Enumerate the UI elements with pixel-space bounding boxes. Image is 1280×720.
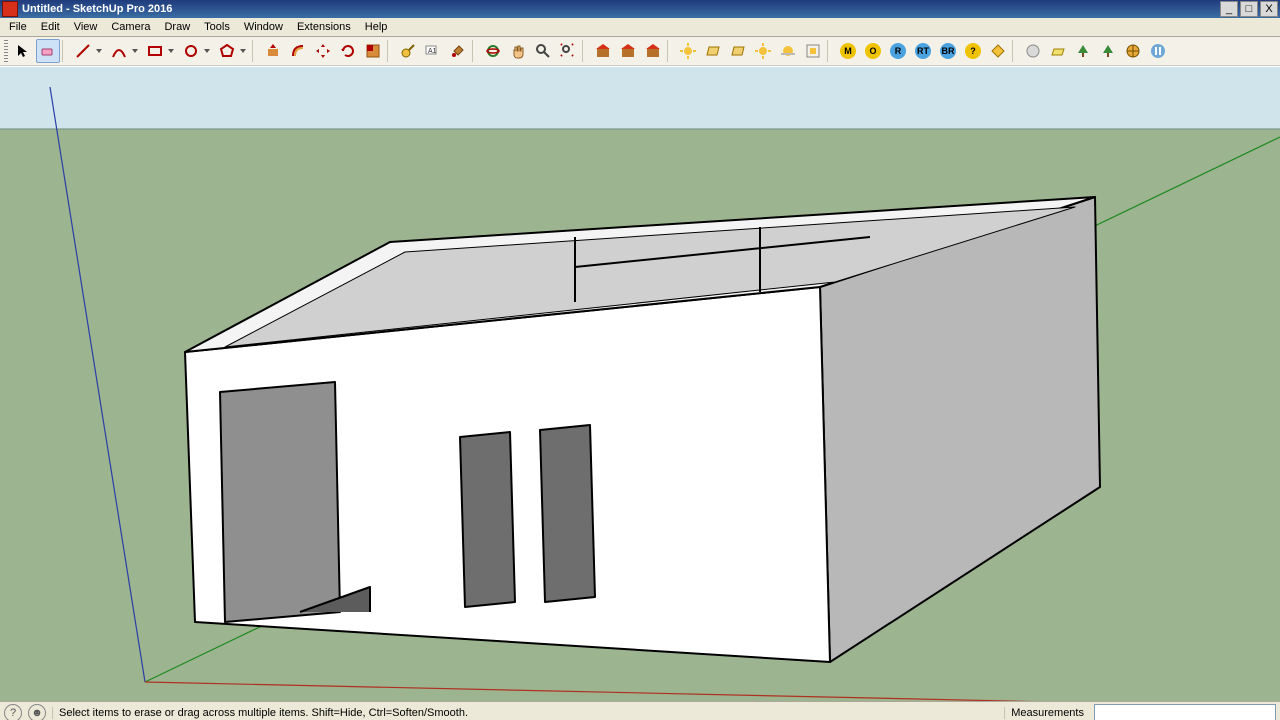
zoom-extents-tool[interactable] (556, 39, 580, 63)
menu-tools[interactable]: Tools (197, 20, 237, 34)
toolbar: A1 MORRTBR? (0, 37, 1280, 66)
app-icon (2, 1, 18, 17)
toolbar-separator (827, 40, 834, 62)
svg-text:A1: A1 (428, 48, 437, 55)
menu-window[interactable]: Window (237, 20, 290, 34)
vray-plane-icon[interactable] (1046, 39, 1070, 63)
rotate-tool[interactable] (336, 39, 360, 63)
menu-file[interactable]: File (2, 20, 34, 34)
pan-tool[interactable] (506, 39, 530, 63)
warehouse-icon[interactable] (591, 39, 615, 63)
polygon-tool[interactable] (215, 39, 250, 63)
toolbar-separator (387, 40, 394, 62)
menu-view[interactable]: View (67, 20, 105, 34)
circle-tool[interactable] (179, 39, 214, 63)
help-icon[interactable]: ? (4, 704, 22, 720)
vray-r-badge[interactable]: R (886, 39, 910, 63)
menu-camera[interactable]: Camera (104, 20, 157, 34)
measurements-label: Measurements (1004, 707, 1090, 719)
menu-extensions[interactable]: Extensions (290, 20, 358, 34)
vray-globe-icon[interactable] (1121, 39, 1145, 63)
line-tool[interactable] (71, 39, 106, 63)
vray-m-badge[interactable]: M (836, 39, 860, 63)
vray-diamond-icon[interactable] (986, 39, 1010, 63)
offset-tool[interactable] (286, 39, 310, 63)
eraser-tool[interactable] (36, 39, 60, 63)
title-bar: Untitled - SketchUp Pro 2016 _ □ X (0, 0, 1280, 18)
status-bar: ? ☻ Select items to erase or drag across… (0, 701, 1280, 720)
pushpull-tool[interactable] (261, 39, 285, 63)
shadow-icon[interactable] (751, 39, 775, 63)
rectangle-tool[interactable] (143, 39, 178, 63)
minimize-button[interactable]: _ (1220, 1, 1238, 17)
close-button[interactable]: X (1260, 1, 1278, 17)
text-tool[interactable]: A1 (421, 39, 445, 63)
toolbar-separator (667, 40, 674, 62)
toolbar-separator (62, 40, 69, 62)
sun-icon[interactable] (676, 39, 700, 63)
user-icon[interactable]: ☻ (28, 704, 46, 720)
xray-icon[interactable] (801, 39, 825, 63)
menu-bar: FileEditViewCameraDrawToolsWindowExtensi… (0, 18, 1280, 37)
paint-bucket-tool[interactable] (446, 39, 470, 63)
vray-tree1-icon[interactable] (1071, 39, 1095, 63)
tape-measure-tool[interactable] (396, 39, 420, 63)
extension-warehouse-icon[interactable] (641, 39, 665, 63)
zoom-tool[interactable] (531, 39, 555, 63)
menu-draw[interactable]: Draw (157, 20, 197, 34)
fog-icon[interactable] (776, 39, 800, 63)
toolbar-separator (1012, 40, 1019, 62)
vray-o-badge[interactable]: O (861, 39, 885, 63)
arc-tool[interactable] (107, 39, 142, 63)
toolbar-separator (582, 40, 589, 62)
menu-help[interactable]: Help (358, 20, 395, 34)
section-plane-icon[interactable] (701, 39, 725, 63)
toolbar-separator (252, 40, 259, 62)
select-tool[interactable] (11, 39, 35, 63)
window-title: Untitled - SketchUp Pro 2016 (22, 3, 1218, 15)
vray-sphere-icon[interactable] (1021, 39, 1045, 63)
menu-edit[interactable]: Edit (34, 20, 67, 34)
toolbar-separator (472, 40, 479, 62)
scale-tool[interactable] (361, 39, 385, 63)
vray-br-badge[interactable]: BR (936, 39, 960, 63)
maximize-button[interactable]: □ (1240, 1, 1258, 17)
vray-help-badge[interactable]: ? (961, 39, 985, 63)
vray-tree2-icon[interactable] (1096, 39, 1120, 63)
vray-rt-badge[interactable]: RT (911, 39, 935, 63)
viewport-3d[interactable] (0, 66, 1280, 701)
move-tool[interactable] (311, 39, 335, 63)
section-display-icon[interactable] (726, 39, 750, 63)
vray-pause-icon[interactable] (1146, 39, 1170, 63)
warehouse-share-icon[interactable] (616, 39, 640, 63)
orbit-tool[interactable] (481, 39, 505, 63)
status-hint: Select items to erase or drag across mul… (52, 707, 1004, 719)
measurements-input[interactable] (1094, 704, 1276, 720)
